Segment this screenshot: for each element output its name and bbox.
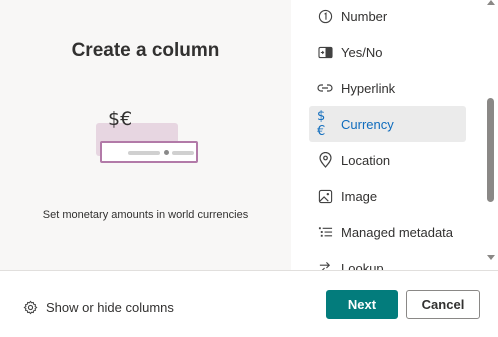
metadata-list-icon xyxy=(317,224,333,240)
link-icon xyxy=(317,80,333,96)
column-type-lookup[interactable]: Lookup xyxy=(309,250,466,270)
currency-icon: $€ xyxy=(317,109,326,139)
scroll-thumb[interactable] xyxy=(487,98,494,202)
currency-illustration: $€ xyxy=(96,108,200,168)
illustration-currency-symbol: $€ xyxy=(108,108,133,130)
illustration-placeholder-bar xyxy=(128,151,160,155)
toggle-icon xyxy=(317,44,333,60)
preview-description: Set monetary amounts in world currencies xyxy=(42,209,249,221)
lookup-arrow-icon xyxy=(317,260,333,270)
column-type-list: Number Yes/No Hyperlink $€ Currency Loca… xyxy=(291,0,485,270)
column-type-label: Managed metadata xyxy=(341,224,454,240)
column-type-label: Currency xyxy=(341,116,394,132)
column-type-number[interactable]: Number xyxy=(309,0,466,34)
column-type-label: Hyperlink xyxy=(341,80,396,96)
illustration-placeholder-bar xyxy=(172,151,194,155)
column-type-label: Yes/No xyxy=(341,44,383,60)
image-icon xyxy=(317,188,333,204)
column-type-label: Image xyxy=(341,188,378,204)
column-type-preview: Create a column $€ Set monetary amounts … xyxy=(0,0,291,270)
illustration-input-field xyxy=(100,141,198,163)
column-type-currency[interactable]: $€ Currency xyxy=(309,106,466,142)
column-type-hyperlink[interactable]: Hyperlink xyxy=(309,70,466,106)
create-column-dialog: Create a column $€ Set monetary amounts … xyxy=(0,0,498,337)
dialog-footer: Show or hide columns Next Cancel xyxy=(0,270,498,337)
show-hide-columns-link[interactable]: Show or hide columns xyxy=(22,299,174,315)
column-list-scrollbar[interactable] xyxy=(485,0,498,270)
scroll-up-arrow-icon[interactable] xyxy=(487,0,495,5)
column-type-location[interactable]: Location xyxy=(309,142,466,178)
preview-title: Create a column xyxy=(71,40,220,61)
gear-icon xyxy=(22,299,38,315)
column-type-label: Lookup xyxy=(341,260,384,271)
column-type-yes-no[interactable]: Yes/No xyxy=(309,34,466,70)
show-hide-columns-label: Show or hide columns xyxy=(46,299,174,315)
number-circle-icon xyxy=(317,8,333,24)
column-type-label: Location xyxy=(341,152,391,168)
location-pin-icon xyxy=(317,152,333,168)
column-type-image[interactable]: Image xyxy=(309,178,466,214)
scroll-down-arrow-icon[interactable] xyxy=(487,255,495,260)
column-type-label: Number xyxy=(341,8,388,24)
illustration-decimal-dot xyxy=(164,150,169,155)
cancel-button[interactable]: Cancel xyxy=(406,290,480,319)
next-button[interactable]: Next xyxy=(326,290,398,319)
column-type-managed-metadata[interactable]: Managed metadata xyxy=(309,214,466,250)
